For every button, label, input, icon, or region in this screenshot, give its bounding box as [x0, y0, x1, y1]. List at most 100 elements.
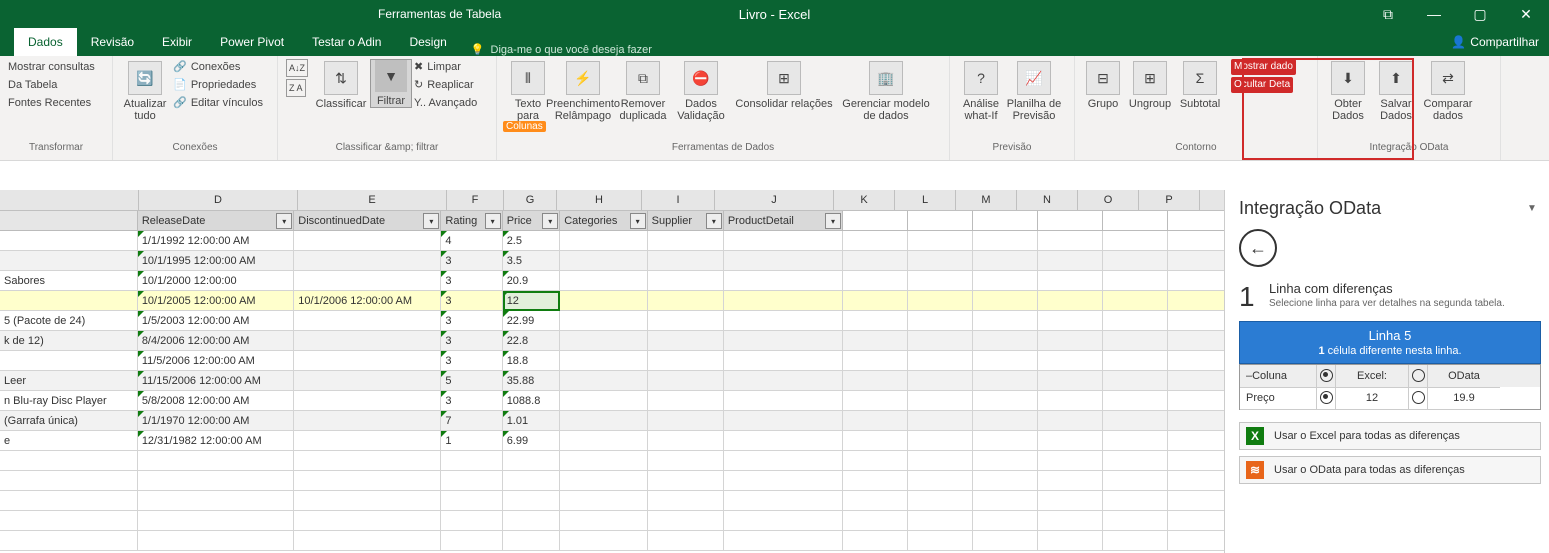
cell[interactable]	[1103, 311, 1168, 331]
cell[interactable]	[724, 431, 843, 451]
cell[interactable]	[560, 331, 647, 351]
editar-vinculos-button[interactable]: 🔗Editar vínculos	[171, 95, 265, 111]
cell[interactable]	[1038, 271, 1103, 291]
cell[interactable]	[1038, 251, 1103, 271]
cell[interactable]	[441, 451, 502, 471]
cell[interactable]	[648, 491, 724, 511]
table-row[interactable]: 1/1/1992 12:00:00 AM42.5	[0, 231, 1233, 251]
cell[interactable]	[294, 531, 441, 551]
cell[interactable]	[294, 331, 441, 351]
radio-excel-value[interactable]	[1317, 387, 1336, 410]
cell[interactable]	[560, 471, 647, 491]
tab-testar-addin[interactable]: Testar o Adin	[298, 28, 395, 56]
cell[interactable]	[560, 411, 647, 431]
texto-para-colunas-button[interactable]: ⫴ Texto para column Colunas	[503, 59, 553, 134]
cell[interactable]	[1103, 351, 1168, 371]
cell[interactable]	[724, 271, 843, 291]
cell[interactable]	[973, 291, 1038, 311]
cell[interactable]	[1038, 371, 1103, 391]
cell[interactable]	[648, 471, 724, 491]
cell[interactable]	[1038, 491, 1103, 511]
cell[interactable]	[0, 351, 138, 371]
cell[interactable]	[138, 451, 294, 471]
radio-odata-header[interactable]	[1409, 365, 1428, 388]
cell[interactable]	[973, 231, 1038, 251]
cell[interactable]	[724, 491, 843, 511]
filter-dropdown-icon[interactable]: ▾	[423, 213, 439, 229]
cell[interactable]	[1103, 251, 1168, 271]
cell[interactable]	[560, 391, 647, 411]
table-row-empty[interactable]	[0, 491, 1233, 511]
col-header-E[interactable]: E	[298, 190, 447, 210]
col-header-M[interactable]: M	[956, 190, 1017, 210]
close-button[interactable]: ✕	[1503, 0, 1549, 28]
ocultar-detalhe-button[interactable]: Ocultar Deta	[1229, 77, 1298, 93]
minimize-button[interactable]: —	[1411, 0, 1457, 28]
cell[interactable]	[294, 411, 441, 431]
cell[interactable]	[560, 311, 647, 331]
cell[interactable]: 4	[441, 231, 502, 251]
table-row-empty[interactable]	[0, 511, 1233, 531]
cell[interactable]	[503, 531, 561, 551]
cell[interactable]	[1103, 271, 1168, 291]
cell[interactable]	[1038, 231, 1103, 251]
planilha-previsao-button[interactable]: 📈 Planilha de Previsão	[1006, 59, 1062, 122]
cell[interactable]	[1038, 311, 1103, 331]
cell[interactable]	[724, 371, 843, 391]
cell[interactable]	[1103, 431, 1168, 451]
cell[interactable]	[724, 231, 843, 251]
tab-design[interactable]: Design	[395, 28, 460, 56]
col-header-L[interactable]: L	[895, 190, 956, 210]
cell[interactable]: 1088.8	[503, 391, 561, 411]
cell[interactable]	[908, 331, 973, 351]
use-odata-all-button[interactable]: ≋ Usar o OData para todas as diferenças	[1239, 456, 1541, 484]
mostrar-detalhe-button[interactable]: Mostrar dado	[1229, 59, 1298, 75]
cell[interactable]: e	[0, 431, 138, 451]
cell[interactable]: 5 (Pacote de 24)	[0, 311, 138, 331]
cell[interactable]: 10/1/2005 12:00:00 AM	[138, 291, 294, 311]
cell[interactable]: 11/15/2006 12:00:00 AM	[138, 371, 294, 391]
cell[interactable]	[724, 511, 843, 531]
grupo-button[interactable]: ⊟ Grupo	[1081, 59, 1125, 110]
cell[interactable]	[973, 391, 1038, 411]
diff-summary-box[interactable]: Linha 5 1 célula diferente nesta linha.	[1239, 321, 1541, 364]
cell[interactable]	[1103, 391, 1168, 411]
header-productdetail[interactable]: ProductDetail▾	[724, 211, 843, 231]
cell[interactable]	[843, 351, 908, 371]
cell[interactable]: 18.8	[503, 351, 561, 371]
cell[interactable]	[1038, 331, 1103, 351]
remover-duplicadas-button[interactable]: ⧉ Remover duplicada	[613, 59, 673, 122]
cell[interactable]	[843, 331, 908, 351]
cell[interactable]	[560, 291, 647, 311]
cell[interactable]: 3	[441, 291, 502, 311]
tab-dados[interactable]: Dados	[14, 28, 77, 56]
cell[interactable]: 3	[441, 251, 502, 271]
table-row[interactable]: Sabores10/1/2000 12:00:00320.9	[0, 271, 1233, 291]
cell[interactable]	[294, 311, 441, 331]
cell[interactable]	[138, 471, 294, 491]
cell[interactable]: 6.99	[503, 431, 561, 451]
cell[interactable]	[843, 291, 908, 311]
col-header-O[interactable]: O	[1078, 190, 1139, 210]
cell[interactable]: 5	[441, 371, 502, 391]
cell[interactable]	[560, 531, 647, 551]
cell[interactable]	[648, 291, 724, 311]
table-row[interactable]: n Blu-ray Disc Player5/8/2008 12:00:00 A…	[0, 391, 1233, 411]
filter-dropdown-icon[interactable]: ▾	[485, 213, 501, 229]
cell[interactable]	[908, 411, 973, 431]
tab-exibir[interactable]: Exibir	[148, 28, 206, 56]
cell[interactable]	[1038, 351, 1103, 371]
cell[interactable]	[908, 271, 973, 291]
cell[interactable]: 2.5	[503, 231, 561, 251]
cell[interactable]	[648, 511, 724, 531]
cell[interactable]	[648, 311, 724, 331]
cell[interactable]	[724, 471, 843, 491]
cell[interactable]	[138, 531, 294, 551]
table-row[interactable]: k de 12)8/4/2006 12:00:00 AM322.8	[0, 331, 1233, 351]
cell[interactable]: 3.5	[503, 251, 561, 271]
filter-dropdown-icon[interactable]: ▾	[706, 213, 722, 229]
cell[interactable]	[441, 531, 502, 551]
cell[interactable]: 3	[441, 271, 502, 291]
cell[interactable]: 3	[441, 351, 502, 371]
cell[interactable]	[560, 491, 647, 511]
